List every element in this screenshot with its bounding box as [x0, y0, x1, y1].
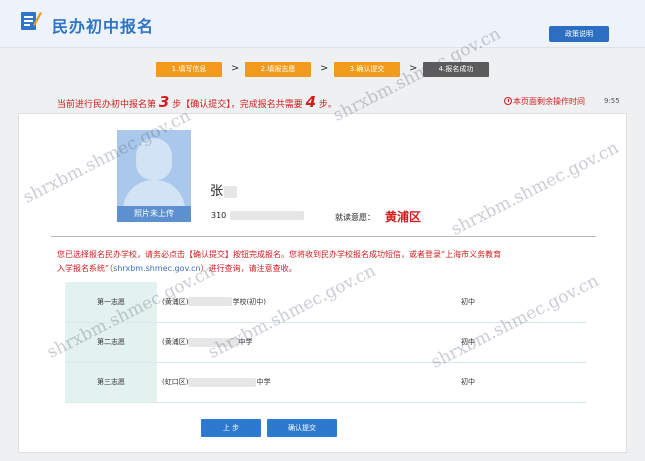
step-3: 3.确认提交 — [334, 62, 400, 77]
total-steps-number: 4 — [305, 93, 317, 111]
notice-prefix: 当前进行民办初中报名第 — [57, 100, 157, 110]
choice-district: (黄浦区) — [162, 338, 189, 346]
prev-step-button[interactable]: 上 步 — [201, 419, 261, 437]
clock-icon — [504, 97, 512, 105]
message-line-1: 您已选择报名民办学校，请务必点击【确认提交】按钮完成报名。您将收到民办学校报名成… — [57, 250, 502, 259]
choice-district: (虹口区) — [162, 378, 189, 386]
district-label: 就读意愿： — [335, 213, 375, 222]
timer-label: 本页面剩余操作时间 — [504, 96, 585, 107]
current-step-number: 3 — [158, 93, 170, 111]
step-arrow-icon: > — [231, 63, 240, 74]
step-progress: 1.填写信息 > 2.填报志愿 > 3.确认提交 > 4.报名成功 — [0, 62, 645, 78]
edit-form-icon — [21, 12, 42, 30]
student-name-text: 张 — [210, 184, 224, 199]
message-line-2: 入学报名系统”（shrxbm.shmec.gov.cn）进行查询，请注意查收。 — [57, 262, 597, 276]
choice-school-suffix: 学校(初中) — [232, 297, 266, 306]
redacted-block — [188, 377, 257, 387]
choice-school: (虹口区) 中学 — [157, 362, 459, 403]
step-2: 2.填报志愿 — [245, 62, 311, 77]
choice-school-suffix: 中学 — [256, 378, 271, 386]
message-line-2-suffix: ）进行查询，请注意查收。 — [200, 264, 297, 273]
table-row: 第三志愿 (虹口区) 中学 初中 — [65, 362, 586, 403]
student-id-prefix: 310 — [211, 211, 227, 220]
timer-label-text: 本页面剩余操作时间 — [513, 97, 585, 106]
progress-notice: 当前进行民办初中报名第 3 步【确认提交】，完成报名共需要 4 步。 — [57, 93, 337, 111]
redacted-block — [230, 211, 305, 220]
redacted-block — [224, 185, 238, 198]
policy-guide-button[interactable]: 政策说明 — [549, 26, 609, 42]
choice-school: (黄浦区) 中学 — [157, 322, 459, 363]
confirm-submit-button[interactable]: 确认提交 — [267, 419, 337, 437]
step-1: 1.填写信息 — [156, 62, 222, 77]
step-arrow-icon: > — [320, 63, 329, 74]
student-id: 310 — [211, 211, 305, 220]
choice-level: 初中 — [459, 362, 586, 403]
redacted-block — [188, 297, 233, 307]
app-title: 民办初中报名 — [52, 17, 155, 36]
confirm-message: 您已选择报名民办学校，请务必点击【确认提交】按钮完成报名。您将收到民办学校报名成… — [57, 248, 597, 276]
top-bar: 民办初中报名 政策说明 — [0, 0, 645, 48]
notice-middle: 步【确认提交】，完成报名共需要 — [172, 100, 303, 110]
student-name: 张 — [210, 180, 238, 199]
divider — [51, 236, 596, 237]
choice-order: 第三志愿 — [65, 362, 157, 403]
message-line-2-prefix: 入学报名系统”（ — [57, 264, 114, 273]
photo-status-label: 照片未上传 — [117, 206, 191, 222]
district-value: 黄浦区 — [385, 210, 422, 224]
timer-value: 9:55 — [604, 97, 620, 105]
